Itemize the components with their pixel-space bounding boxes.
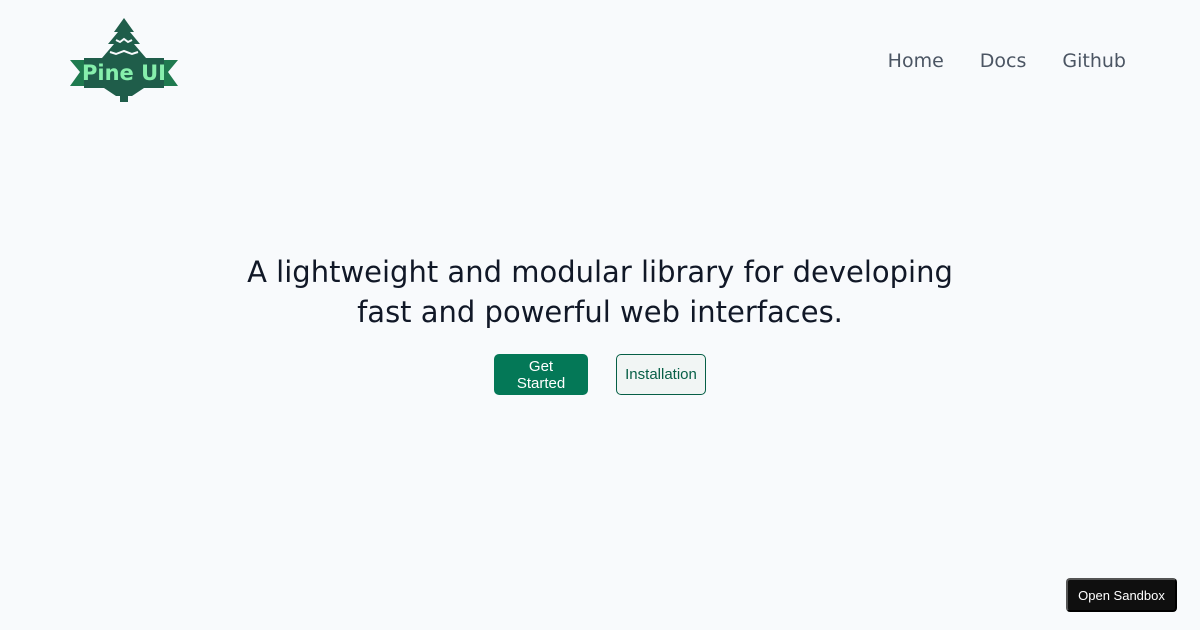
landing-page: Pine UI Home Docs Github A lightweight a… [0, 0, 1200, 630]
open-sandbox-button[interactable]: Open Sandbox [1066, 578, 1177, 612]
nav-docs-link[interactable]: Docs [980, 46, 1027, 76]
pine-tree-icon: Pine UI [70, 18, 178, 102]
brand-logo-link[interactable]: Pine UI [70, 18, 178, 102]
nav-github-link[interactable]: Github [1062, 46, 1126, 76]
get-started-button[interactable]: Get Started [494, 354, 588, 395]
top-nav: Home Docs Github [888, 46, 1126, 76]
installation-button[interactable]: Installation [616, 354, 706, 395]
hero-actions: Get Started Installation [0, 354, 1200, 395]
hero-section: A lightweight and modular library for de… [0, 252, 1200, 395]
nav-home-link[interactable]: Home [888, 46, 944, 76]
hero-headline: A lightweight and modular library for de… [247, 255, 953, 329]
brand-name: Pine UI [82, 61, 166, 85]
